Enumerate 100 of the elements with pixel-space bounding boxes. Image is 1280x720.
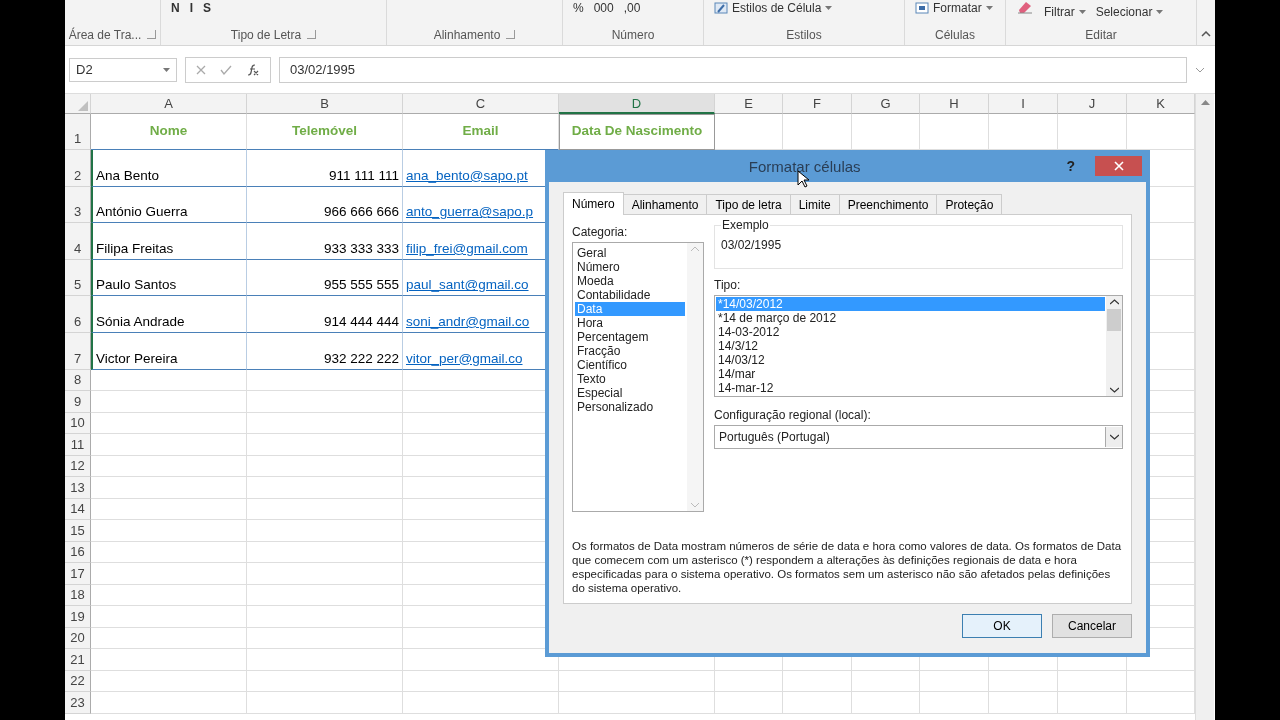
editing-button[interactable]: Filtrar [1044, 4, 1086, 20]
dialog-tab[interactable]: Proteção [936, 194, 1003, 214]
empty-cell[interactable] [247, 563, 403, 585]
check-icon[interactable] [220, 64, 232, 75]
row-header[interactable]: 22 [65, 670, 91, 693]
row-header[interactable]: 23 [65, 692, 91, 714]
row-header[interactable]: 20 [65, 627, 91, 650]
column-header[interactable]: A [91, 94, 247, 114]
empty-cell[interactable] [247, 412, 403, 435]
type-item[interactable]: 14/03/12 [716, 353, 1105, 367]
font-style-button[interactable]: S [203, 0, 212, 16]
category-list[interactable]: Geral Número Moeda Contabilidade Data Hora Percentagem Fracção Científico Texto Especial Personalizado [572, 242, 704, 512]
number-format-button[interactable]: % [573, 0, 584, 16]
type-item[interactable]: *14 de março de 2012 [716, 311, 1105, 325]
row-header[interactable]: 6 [65, 296, 91, 333]
type-item[interactable]: 14-mar-12 [716, 381, 1105, 395]
function-icon[interactable] [246, 62, 260, 77]
column-header[interactable]: B [247, 94, 403, 114]
empty-cell[interactable] [1058, 670, 1127, 693]
empty-cell[interactable] [247, 520, 403, 542]
category-item[interactable]: Número [575, 260, 685, 274]
row-header[interactable]: 21 [65, 649, 91, 671]
column-header[interactable]: C [403, 94, 559, 114]
empty-cell[interactable] [247, 498, 403, 521]
empty-cell[interactable] [247, 627, 403, 650]
row-header[interactable]: 12 [65, 455, 91, 478]
formula-field[interactable]: 03/02/1995 [279, 56, 1187, 83]
row-header[interactable]: 18 [65, 584, 91, 607]
category-item[interactable]: Percentagem [575, 330, 685, 344]
row-header[interactable]: 16 [65, 541, 91, 564]
empty-cell[interactable] [247, 455, 403, 478]
empty-cell[interactable] [247, 477, 403, 499]
type-item[interactable]: 14-03-2012 [716, 325, 1105, 339]
row-header[interactable]: 10 [65, 412, 91, 435]
category-item[interactable]: Personalizado [575, 400, 685, 414]
empty-cell[interactable] [247, 649, 403, 671]
empty-cell[interactable] [403, 692, 559, 714]
row-header[interactable]: 3 [65, 186, 91, 224]
cancel-icon[interactable] [196, 64, 206, 75]
font-style-button[interactable]: N [171, 0, 180, 16]
scroll-up-icon[interactable] [1109, 299, 1119, 305]
number-format-button[interactable]: ,00 [623, 0, 641, 16]
close-button[interactable] [1095, 156, 1142, 176]
format-button[interactable]: Formatar [915, 0, 993, 16]
empty-cell[interactable] [783, 692, 852, 714]
column-header[interactable]: I [989, 94, 1058, 114]
category-item[interactable]: Especial [575, 386, 685, 400]
empty-cell[interactable] [920, 692, 989, 714]
collapse-ribbon-icon[interactable] [1201, 31, 1211, 37]
empty-cell[interactable] [403, 670, 559, 693]
column-header[interactable]: D [559, 94, 715, 114]
empty-cell[interactable] [247, 584, 403, 607]
empty-cell[interactable] [247, 606, 403, 628]
row-header[interactable]: 19 [65, 606, 91, 628]
column-header[interactable]: F [783, 94, 852, 114]
category-item[interactable]: Contabilidade [575, 288, 685, 302]
column-header[interactable]: H [920, 94, 989, 114]
dialog-button[interactable]: OK [962, 614, 1042, 638]
row-header[interactable]: 14 [65, 498, 91, 521]
row-header[interactable]: 15 [65, 520, 91, 542]
category-item[interactable]: Moeda [575, 274, 685, 288]
scrollbar-thumb[interactable] [1107, 309, 1121, 331]
row-header[interactable]: 4 [65, 223, 91, 260]
empty-cell[interactable] [247, 391, 403, 413]
column-header[interactable]: E [715, 94, 783, 114]
empty-cell[interactable] [920, 670, 989, 693]
dialog-tab[interactable]: Número [563, 192, 624, 215]
cell-styles-button[interactable]: Estilos de Célula [714, 0, 833, 16]
category-item[interactable]: Fracção [575, 344, 685, 358]
empty-cell[interactable] [247, 670, 403, 693]
eraser-icon[interactable] [1016, 0, 1034, 14]
help-button[interactable]: ? [1060, 157, 1081, 175]
category-item[interactable]: Geral [575, 246, 685, 260]
row-header[interactable]: 9 [65, 391, 91, 413]
row-header[interactable]: 2 [65, 150, 91, 187]
row-header[interactable]: 8 [65, 369, 91, 392]
number-format-button[interactable]: 000 [593, 0, 614, 16]
row-header[interactable]: 1 [65, 114, 91, 150]
row-header[interactable]: 11 [65, 434, 91, 456]
row-header[interactable]: 17 [65, 563, 91, 585]
select-all-icon[interactable] [77, 101, 88, 111]
empty-cell[interactable] [247, 369, 403, 392]
dialog-tab[interactable]: Tipo de letra [706, 194, 791, 214]
category-item[interactable]: Texto [575, 372, 685, 386]
font-style-button[interactable]: I [189, 0, 193, 16]
row-header[interactable]: 7 [65, 332, 91, 370]
dialog-launcher-icon[interactable] [307, 30, 317, 39]
column-header[interactable]: K [1127, 94, 1195, 114]
empty-cell[interactable] [1058, 692, 1127, 714]
type-list[interactable]: *14/03/2012 *14 de março de 2012 14-03-2012 14/3/12 14/03/12 14/mar 14-mar-12 [714, 295, 1123, 397]
empty-cell[interactable] [559, 692, 715, 714]
row-header[interactable]: 13 [65, 477, 91, 499]
empty-cell[interactable] [715, 670, 783, 693]
empty-cell[interactable] [852, 692, 920, 714]
scroll-down-icon[interactable] [1109, 387, 1119, 393]
empty-cell[interactable] [783, 670, 852, 693]
category-item[interactable]: Científico [575, 358, 685, 372]
empty-cell[interactable] [852, 670, 920, 693]
empty-cell[interactable] [559, 670, 715, 693]
type-item[interactable]: 14/3/12 [716, 339, 1105, 353]
